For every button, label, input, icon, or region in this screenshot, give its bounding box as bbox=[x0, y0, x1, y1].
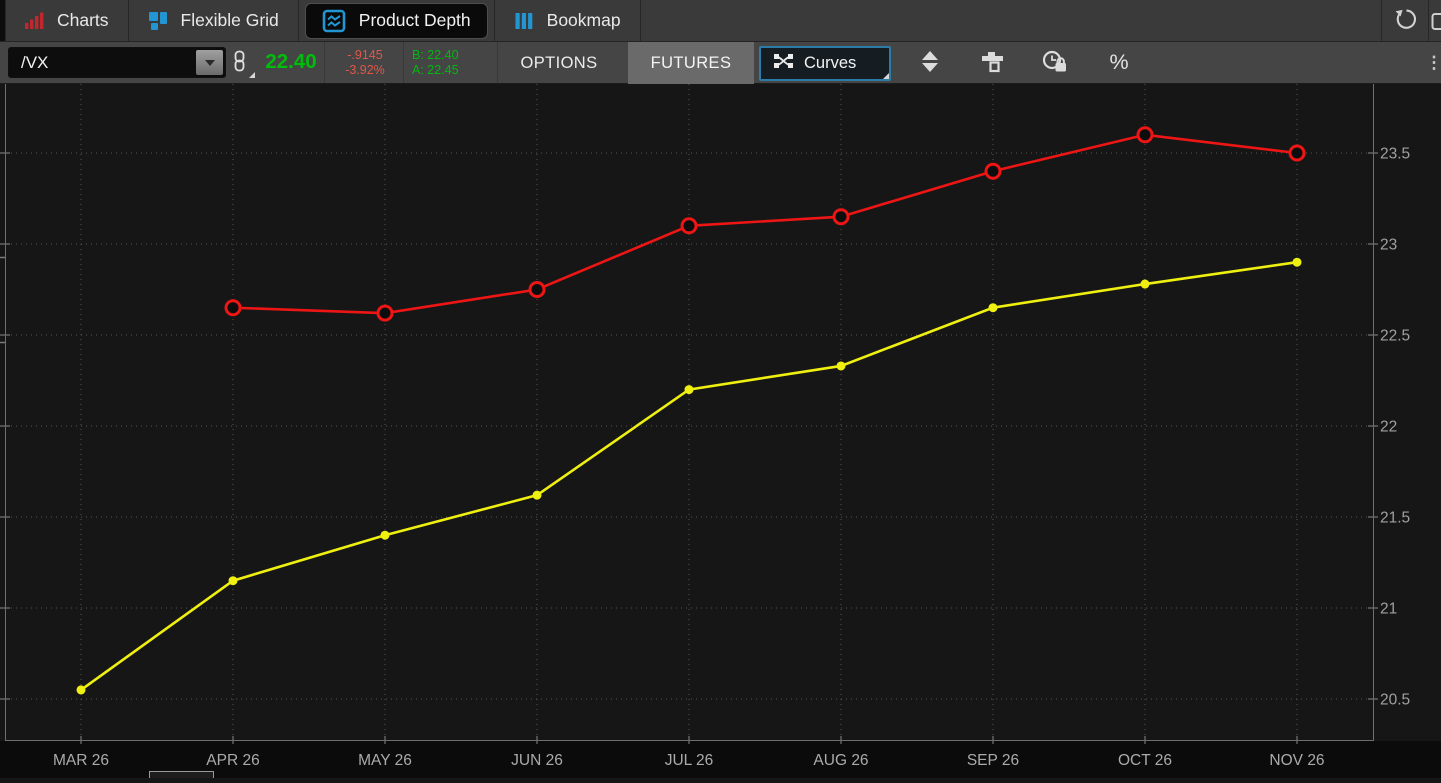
tab-bar: Charts Flexible Grid Prod bbox=[0, 0, 1441, 42]
data-point-yellow[interactable] bbox=[77, 685, 86, 694]
tab-charts[interactable]: Charts bbox=[6, 0, 128, 41]
options-tab-button[interactable]: OPTIONS bbox=[503, 42, 615, 84]
x-axis-label: JUL 26 bbox=[665, 752, 714, 769]
depth-structure-icon bbox=[981, 51, 1004, 76]
y-axis-label: 21.5 bbox=[1380, 510, 1410, 527]
detach-window-icon[interactable] bbox=[1429, 0, 1441, 41]
bar-chart-icon bbox=[25, 11, 44, 30]
divider bbox=[324, 42, 325, 83]
tab-product-depth[interactable]: Product Depth bbox=[299, 0, 494, 41]
bid-value: B: 22.40 bbox=[412, 48, 494, 63]
curves-nodes-icon bbox=[773, 52, 794, 75]
active-tab-pill: Product Depth bbox=[305, 3, 488, 39]
sort-arrows-icon bbox=[920, 50, 940, 77]
tab-flexible-grid[interactable]: Flexible Grid bbox=[129, 0, 298, 41]
link-chain-icon bbox=[233, 59, 246, 76]
last-price: 22.40 bbox=[258, 50, 324, 74]
data-point-red[interactable] bbox=[1290, 146, 1304, 160]
tab-label: Bookmap bbox=[547, 10, 621, 31]
bookmap-columns-icon bbox=[514, 11, 534, 31]
percent-icon: % bbox=[1109, 50, 1128, 75]
session-lock-button[interactable] bbox=[1038, 51, 1074, 75]
refresh-button[interactable] bbox=[1382, 0, 1428, 41]
change-value: -.9145 bbox=[329, 48, 401, 63]
symbol-input[interactable]: /VX bbox=[8, 47, 226, 78]
divider bbox=[497, 42, 498, 83]
divider bbox=[403, 42, 404, 83]
data-point-yellow[interactable] bbox=[381, 531, 390, 540]
y-axis-label: 22 bbox=[1380, 419, 1397, 436]
kebab-menu-button[interactable]: ⋮ bbox=[1427, 50, 1441, 76]
curves-mode-button[interactable]: Curves bbox=[759, 46, 891, 81]
data-point-yellow[interactable] bbox=[989, 303, 998, 312]
y-axis-label: 20.5 bbox=[1380, 692, 1410, 709]
futures-tab-button[interactable]: FUTURES bbox=[628, 42, 754, 84]
data-point-red[interactable] bbox=[1138, 128, 1152, 142]
data-point-red[interactable] bbox=[226, 301, 240, 315]
chart-canvas[interactable]: 20.5 21 21.5 22 22.5 23 23.5 MAR 26 APR 26 MAY 26… bbox=[0, 84, 1441, 778]
data-point-red[interactable] bbox=[682, 219, 696, 233]
refresh-icon bbox=[1392, 6, 1418, 35]
tabbar-spacer bbox=[641, 0, 1381, 41]
tab-bookmap[interactable]: Bookmap bbox=[495, 0, 640, 41]
tab-label: Charts bbox=[57, 10, 109, 31]
link-chain-button[interactable] bbox=[233, 50, 255, 78]
data-point-red[interactable] bbox=[834, 210, 848, 224]
flexible-grid-icon bbox=[148, 11, 168, 31]
symbol-text: /VX bbox=[21, 53, 48, 72]
y-axis-label: 21 bbox=[1380, 601, 1397, 618]
waves-icon bbox=[322, 9, 346, 33]
percent-toggle-button[interactable]: % bbox=[1102, 47, 1136, 77]
y-axis-label: 23 bbox=[1380, 237, 1397, 254]
data-point-yellow[interactable] bbox=[1293, 258, 1302, 267]
x-axis-label: MAR 26 bbox=[53, 752, 109, 769]
y-axis-label: 22.5 bbox=[1380, 328, 1410, 345]
data-point-yellow[interactable] bbox=[837, 361, 846, 370]
x-axis-label: NOV 26 bbox=[1269, 752, 1324, 769]
symbol-dropdown-button[interactable] bbox=[196, 50, 223, 75]
symbol-toolbar: /VX 22.40 -.9145 -3.92% B: 22.40 A: 22.4… bbox=[0, 42, 1441, 84]
x-axis-label: OCT 26 bbox=[1118, 752, 1172, 769]
futures-curve-chart[interactable]: 20.5 21 21.5 22 22.5 23 23.5 MAR 26 APR 26 MAY 26… bbox=[0, 84, 1441, 778]
tab-label: Flexible Grid bbox=[181, 10, 279, 31]
data-point-red[interactable] bbox=[378, 306, 392, 320]
x-axis-label: JUN 26 bbox=[511, 752, 563, 769]
sort-button[interactable] bbox=[913, 51, 947, 75]
tab-label: Product Depth bbox=[359, 10, 471, 31]
ask-value: A: 22.45 bbox=[412, 63, 494, 78]
data-point-red[interactable] bbox=[530, 283, 544, 297]
kebab-menu-icon: ⋮ bbox=[1426, 53, 1441, 73]
bid-ask-block: B: 22.40 A: 22.45 bbox=[410, 48, 494, 78]
change-percent: -3.92% bbox=[329, 63, 401, 78]
chevron-down-icon bbox=[205, 60, 215, 66]
price-change-block: -.9145 -3.92% bbox=[329, 48, 401, 78]
depth-structure-button[interactable] bbox=[976, 52, 1008, 74]
data-point-yellow[interactable] bbox=[685, 385, 694, 394]
y-axis-label: 23.5 bbox=[1380, 146, 1410, 163]
curves-label: Curves bbox=[804, 54, 856, 73]
x-axis-label: APR 26 bbox=[206, 752, 259, 769]
data-point-yellow[interactable] bbox=[1141, 280, 1150, 289]
clipped-bottom-popup bbox=[150, 772, 214, 779]
series-line-yellow bbox=[81, 262, 1297, 690]
data-point-yellow[interactable] bbox=[533, 491, 542, 500]
data-point-red[interactable] bbox=[986, 164, 1000, 178]
x-axis-label: AUG 26 bbox=[813, 752, 868, 769]
clock-lock-icon bbox=[1042, 49, 1070, 77]
x-axis-label: SEP 26 bbox=[967, 752, 1019, 769]
x-axis-label: MAY 26 bbox=[358, 752, 412, 769]
data-point-yellow[interactable] bbox=[229, 576, 238, 585]
